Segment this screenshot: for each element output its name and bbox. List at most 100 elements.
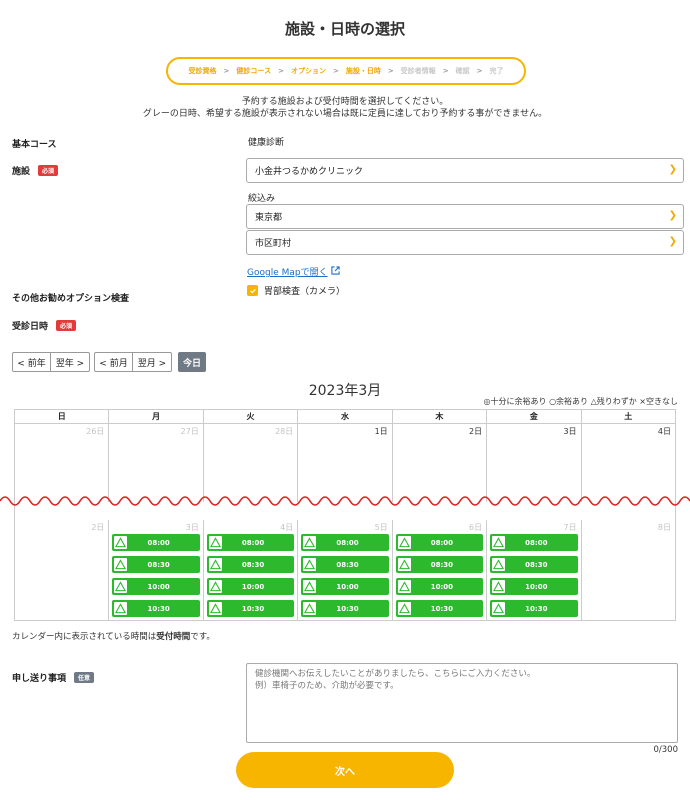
- time-slot-label: 08:30: [241, 560, 265, 569]
- option-checkbox-row[interactable]: 胃部検査（カメラ）: [247, 284, 345, 297]
- availability-few-icon: [492, 536, 506, 549]
- time-slot-label: 10:30: [336, 604, 359, 613]
- weekday-sun: 日: [57, 412, 66, 421]
- time-slot-button[interactable]: 08:00: [206, 534, 295, 551]
- availability-few-icon: [303, 558, 317, 571]
- calendar-day: 3日 08:00 08:30 10:00 10:30: [108, 520, 202, 620]
- time-slot-button[interactable]: 10:30: [301, 600, 389, 617]
- calendar-day: 8日: [580, 520, 675, 620]
- calendar-day: 27日: [108, 424, 202, 502]
- time-slot-button[interactable]: 08:30: [395, 556, 484, 573]
- next-button[interactable]: 次へ: [236, 752, 454, 788]
- availability-few-icon: [208, 580, 222, 593]
- availability-few-icon: [208, 536, 222, 549]
- time-slot-label: 08:00: [147, 538, 170, 547]
- availability-few-icon: [303, 580, 317, 593]
- city-select-value: 市区町村: [255, 239, 292, 249]
- weekday-fri: 金: [486, 410, 580, 423]
- next-month-button[interactable]: 翌月 >: [133, 352, 172, 372]
- availability-few-icon: [114, 536, 128, 549]
- time-slot-label: 08:00: [241, 538, 265, 547]
- time-slot-button[interactable]: 08:00: [301, 534, 389, 551]
- filter-label: 絞込み: [248, 194, 276, 204]
- time-slot-button[interactable]: 10:00: [395, 578, 484, 595]
- time-slot-button[interactable]: 10:30: [490, 600, 578, 617]
- time-slot-label: 10:00: [241, 582, 265, 591]
- time-slot-button[interactable]: 10:00: [490, 578, 578, 595]
- calendar-day: 4日: [580, 424, 675, 502]
- time-slot-button[interactable]: 08:00: [490, 534, 578, 551]
- today-button[interactable]: 今日: [178, 352, 206, 372]
- calendar-day: 28日: [202, 424, 297, 502]
- time-slot-button[interactable]: 08:30: [490, 556, 578, 573]
- time-slot-button[interactable]: 10:30: [395, 600, 484, 617]
- weekday-wed: 水: [297, 410, 391, 423]
- character-counter: 0/300: [653, 745, 679, 755]
- step-qualification: 受診資格: [188, 67, 217, 75]
- step-examinee-info: 受診者情報: [400, 67, 436, 75]
- time-slot-label: 08:30: [147, 560, 170, 569]
- wavy-break-line: [0, 496, 690, 506]
- step-option: オプション: [290, 67, 326, 75]
- facility-select-value: 小金井つるかめクリニック: [255, 167, 364, 177]
- availability-few-icon: [492, 558, 506, 571]
- time-slot-button[interactable]: 08:30: [112, 556, 200, 573]
- year-nav: < 前年 翌年 >: [12, 352, 90, 372]
- time-slot-button[interactable]: 10:00: [112, 578, 200, 595]
- chevron-down-icon: ❯: [668, 236, 677, 247]
- time-slot-label: 10:00: [430, 582, 454, 591]
- availability-few-icon: [397, 536, 411, 549]
- time-slot-button[interactable]: 10:00: [206, 578, 295, 595]
- calendar-day: 5日 08:00 08:30 10:00 10:30: [297, 520, 391, 620]
- checkbox-checked-icon[interactable]: [247, 285, 258, 296]
- message-label-row: 申し送り事項 任意: [12, 671, 95, 684]
- calendar: 日 月 火 水 木 金 土 26日 27日 28日 1日 2日 3日 4日 2日…: [14, 409, 676, 621]
- weekday-thu: 木: [391, 410, 486, 423]
- weekday-sat: 土: [580, 410, 675, 423]
- facility-select[interactable]: 小金井つるかめクリニック ❯: [246, 158, 684, 183]
- optional-badge: 任意: [74, 672, 95, 683]
- prev-month-button[interactable]: < 前月: [94, 352, 133, 372]
- step-course: 健診コース: [236, 67, 272, 75]
- time-slot-button[interactable]: 08:30: [301, 556, 389, 573]
- time-slot-button[interactable]: 08:00: [395, 534, 484, 551]
- external-link-icon: [330, 265, 340, 278]
- google-map-link-text: Google Mapで開く: [247, 268, 328, 278]
- message-textarea[interactable]: 健診機関へお伝えしたいことがありましたら、こちらにご入力ください。 例）車椅子の…: [246, 663, 678, 743]
- calendar-day: 7日 08:00 08:30 10:00 10:30: [486, 520, 580, 620]
- time-slot-label: 08:30: [525, 560, 548, 569]
- option-item-label: 胃部検査（カメラ）: [264, 287, 346, 297]
- calendar-day: 4日 08:00 08:30 10:00 10:30: [202, 520, 297, 620]
- time-slot-button[interactable]: 08:00: [112, 534, 200, 551]
- availability-few-icon: [303, 602, 317, 615]
- chevron-down-icon: ❯: [668, 164, 677, 175]
- time-slot-label: 08:00: [525, 538, 548, 547]
- calendar-day: 2日: [91, 523, 105, 532]
- google-map-link[interactable]: Google Mapで開く: [247, 265, 340, 278]
- options-label: その他お勧めオプション検査: [12, 294, 130, 304]
- time-slot-label: 10:00: [525, 582, 548, 591]
- time-slot-button[interactable]: 10:00: [301, 578, 389, 595]
- availability-legend: ◎十分に余裕あり ○余裕あり △残りわずか ×空きなし: [483, 397, 678, 406]
- prev-year-button[interactable]: < 前年: [12, 352, 51, 372]
- calendar-week-1: 26日 27日 28日 1日 2日 3日 4日: [15, 424, 675, 502]
- prefecture-select[interactable]: 東京都 ❯: [246, 204, 684, 229]
- step-complete: 完了: [489, 67, 504, 75]
- time-slot-label: 10:30: [525, 604, 548, 613]
- page-title: 施設・日時の選択: [284, 20, 405, 38]
- time-slot-button[interactable]: 10:30: [206, 600, 295, 617]
- city-select[interactable]: 市区町村 ❯: [246, 230, 684, 255]
- weekday-mon: 月: [108, 410, 202, 423]
- date-label-row: 受診日時 必須: [12, 319, 77, 332]
- intro-line-2: グレーの日時、希望する施設が表示されない場合は既に定員に達しており予約する事がで…: [142, 109, 548, 119]
- facility-label: 施設: [12, 167, 31, 177]
- calendar-day: 2日: [391, 424, 486, 502]
- time-slot-button[interactable]: 10:30: [112, 600, 200, 617]
- availability-few-icon: [492, 580, 506, 593]
- next-year-button[interactable]: 翌年 >: [51, 352, 90, 372]
- availability-few-icon: [208, 558, 222, 571]
- availability-few-icon: [397, 580, 411, 593]
- time-slot-label: 10:30: [430, 604, 454, 613]
- intro-line-1: 予約する施設および受付時間を選択してください。: [241, 97, 449, 107]
- time-slot-button[interactable]: 08:30: [206, 556, 295, 573]
